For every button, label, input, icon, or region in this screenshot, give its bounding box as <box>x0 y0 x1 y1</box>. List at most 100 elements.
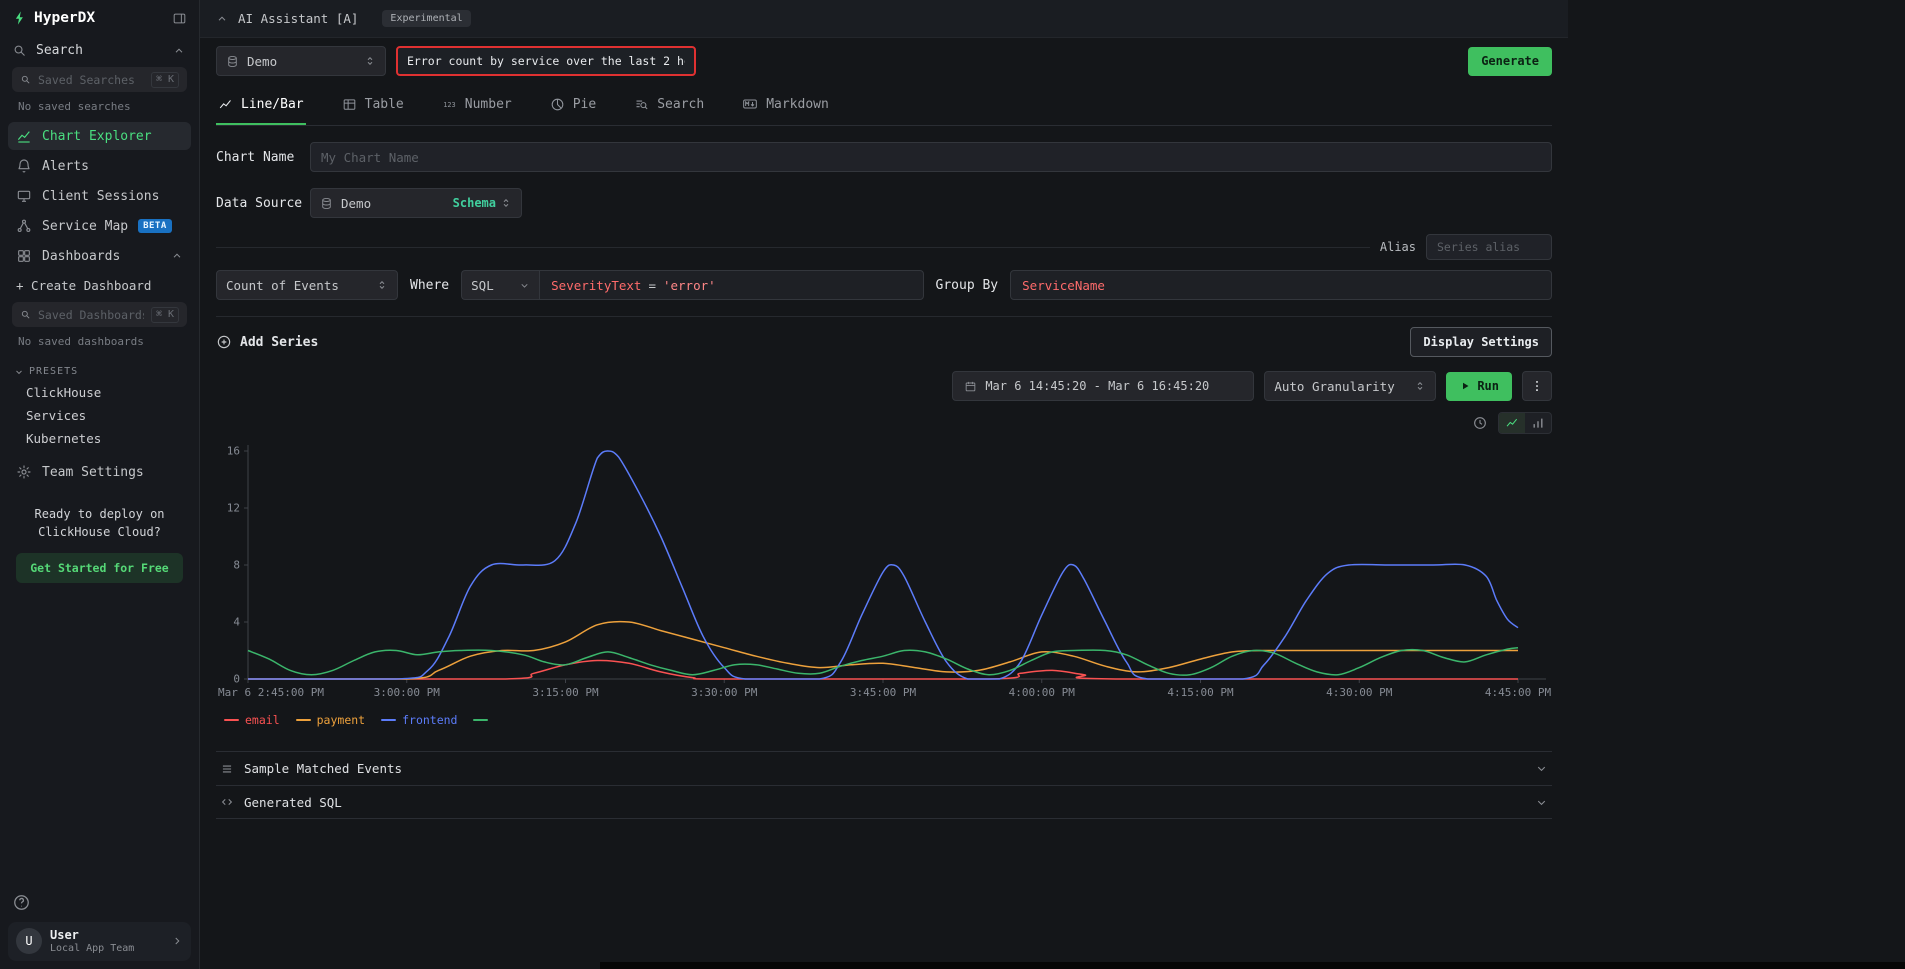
sidebar-item-client-sessions[interactable]: Client Sessions <box>8 182 191 210</box>
add-series-button[interactable]: Add Series <box>216 334 318 350</box>
saved-searches-input[interactable]: Saved Searches ⌘ K <box>12 67 187 92</box>
aggregation-value: Count of Events <box>226 278 339 293</box>
more-options-button[interactable] <box>1522 371 1552 401</box>
play-icon <box>1459 380 1471 392</box>
legend-label: frontend <box>402 713 457 727</box>
sidebar-item-label: Service Map <box>42 219 128 234</box>
sidebar-item-alerts[interactable]: Alerts <box>8 152 191 180</box>
svg-text:4:00:00 PM: 4:00:00 PM <box>1009 686 1076 699</box>
user-menu[interactable]: U User Local App Team <box>8 922 191 961</box>
language-select[interactable]: SQL <box>461 270 539 300</box>
sidebar-collapse-icon[interactable] <box>172 11 187 26</box>
chart-svg[interactable]: 0481216Mar 6 2:45:00 PM3:00:00 PM3:15:00… <box>216 437 1552 709</box>
svg-text:4:30:00 PM: 4:30:00 PM <box>1326 686 1393 699</box>
svg-text:12: 12 <box>227 502 240 515</box>
chart-name-label: Chart Name <box>216 150 310 165</box>
group-by-label: Group By <box>936 278 999 293</box>
tab-line-bar[interactable]: Line/Bar <box>216 84 306 125</box>
legend-item-payment[interactable]: payment <box>296 713 365 727</box>
ai-prompt-input[interactable] <box>396 46 696 76</box>
presets-header[interactable]: PRESETS <box>0 356 199 381</box>
generate-button[interactable]: Generate <box>1468 47 1552 76</box>
generated-sql-section[interactable]: Generated SQL <box>216 785 1552 819</box>
preset-services[interactable]: Services <box>0 404 199 427</box>
legend-item-email[interactable]: email <box>224 713 280 727</box>
logo-row: HyperDX <box>0 0 199 34</box>
alias-label: Alias <box>1380 240 1416 254</box>
hyperdx-logo[interactable]: HyperDX <box>12 10 95 26</box>
tab-table[interactable]: Table <box>340 84 406 125</box>
where-operator: = <box>648 278 656 293</box>
chevron-up-icon <box>173 45 185 57</box>
cloud-promo-text: Ready to deploy on ClickHouse Cloud? <box>12 505 187 541</box>
schema-link[interactable]: Schema <box>453 196 496 210</box>
app: HyperDX Search Saved Searches ⌘ K <box>0 0 1905 969</box>
svg-text:8: 8 <box>233 559 240 572</box>
ai-source-value: Demo <box>247 54 356 69</box>
alias-input[interactable] <box>1426 234 1552 260</box>
chevron-down-icon <box>1535 762 1548 775</box>
where-input[interactable]: SeverityText = 'error' <box>539 270 923 300</box>
divider <box>216 316 1552 317</box>
section-title: Sample Matched Events <box>244 761 402 776</box>
data-source-value: Demo <box>341 196 371 211</box>
tab-pie[interactable]: Pie <box>548 84 598 125</box>
where-field: SeverityText <box>551 278 641 293</box>
selector-icon <box>1414 380 1426 392</box>
preset-kubernetes[interactable]: Kubernetes <box>0 427 199 450</box>
chevron-up-icon <box>171 250 183 262</box>
where-value: 'error' <box>663 278 716 293</box>
pie-chart-icon <box>550 97 565 112</box>
tab-search[interactable]: Search <box>632 84 706 125</box>
alias-row: Alias <box>216 234 1552 260</box>
preset-clickhouse[interactable]: ClickHouse <box>0 381 199 404</box>
database-icon <box>226 55 239 68</box>
beta-badge: BETA <box>138 219 172 233</box>
svg-text:3:45:00 PM: 3:45:00 PM <box>850 686 917 699</box>
sidebar-item-service-map[interactable]: Service Map BETA <box>8 212 191 240</box>
date-range-input[interactable]: Mar 6 14:45:20 - Mar 6 16:45:20 <box>952 371 1254 401</box>
toggle-bar-chart[interactable] <box>1525 413 1551 433</box>
sidebar-item-chart-explorer[interactable]: Chart Explorer <box>8 122 191 150</box>
legend-label: payment <box>317 713 365 727</box>
sidebar-section-search[interactable]: Search <box>0 34 199 65</box>
run-button[interactable]: Run <box>1446 372 1512 401</box>
sidebar-item-label: Dashboards <box>42 249 120 264</box>
clock-icon[interactable] <box>1472 415 1488 431</box>
legend-item-series-3[interactable] <box>473 719 494 721</box>
main-content: AI Assistant [A] Experimental Demo Gener… <box>200 0 1568 969</box>
aggregation-select[interactable]: Count of Events <box>216 270 398 300</box>
sample-matched-events-section[interactable]: Sample Matched Events <box>216 751 1552 785</box>
sidebar-bottom: U User Local App Team <box>0 893 199 969</box>
sidebar-item-label: Chart Explorer <box>42 129 152 144</box>
granularity-select[interactable]: Auto Granularity <box>1264 371 1436 401</box>
get-started-button[interactable]: Get Started for Free <box>16 553 182 583</box>
chart-name-input[interactable] <box>310 142 1552 172</box>
display-settings-button[interactable]: Display Settings <box>1410 327 1552 357</box>
sidebar-item-dashboards[interactable]: Dashboards <box>8 242 191 270</box>
group-by-input[interactable]: ServiceName <box>1010 270 1552 300</box>
help-icon[interactable] <box>12 893 31 912</box>
ai-assistant-bar[interactable]: AI Assistant [A] Experimental <box>200 0 1568 38</box>
toggle-line-chart[interactable] <box>1499 413 1525 433</box>
tab-markdown[interactable]: Markdown <box>740 84 831 125</box>
create-dashboard-button[interactable]: + Create Dashboard <box>8 271 191 300</box>
legend-item-frontend[interactable]: frontend <box>381 713 457 727</box>
selector-icon <box>500 197 512 209</box>
chevron-down-icon <box>1535 796 1548 809</box>
ai-source-select[interactable]: Demo <box>216 46 386 76</box>
gear-icon <box>16 464 32 480</box>
search-icon <box>20 74 31 85</box>
chevron-up-icon <box>216 13 228 25</box>
user-team: Local App Team <box>50 942 163 955</box>
database-icon <box>320 197 333 210</box>
selector-icon <box>364 55 376 67</box>
saved-dashboards-input[interactable]: Saved Dashboards ⌘ K <box>12 302 187 327</box>
collapsible-sections: Sample Matched Events Generated SQL <box>216 751 1552 819</box>
data-source-select[interactable]: Demo Schema <box>310 188 522 218</box>
tab-number[interactable]: 123 Number <box>440 84 514 125</box>
svg-text:4:15:00 PM: 4:15:00 PM <box>1167 686 1234 699</box>
sidebar-item-team-settings[interactable]: Team Settings <box>8 458 191 486</box>
cloud-promo: Ready to deploy on ClickHouse Cloud? Get… <box>12 505 187 583</box>
where-label: Where <box>410 278 449 293</box>
